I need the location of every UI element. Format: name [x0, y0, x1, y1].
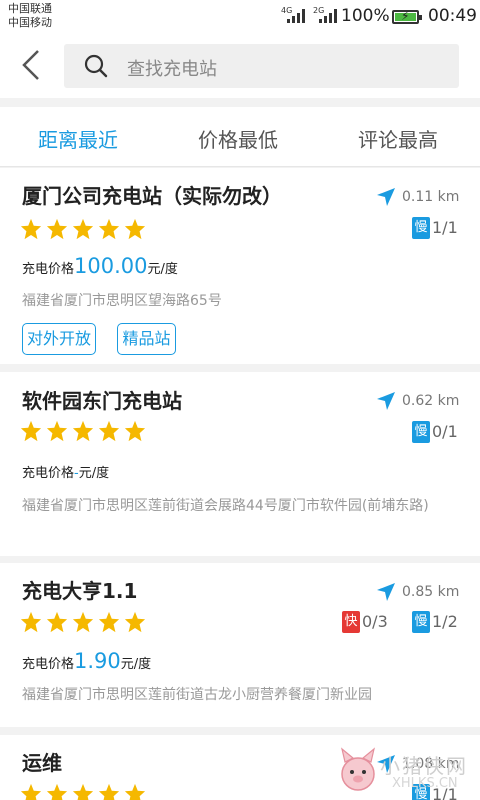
battery-percent: 100%: [341, 6, 390, 26]
signal-icon: [319, 9, 339, 23]
star-icon: [98, 611, 120, 633]
star-icon: [72, 611, 94, 633]
rating-stars: [20, 783, 150, 800]
price-label: 充电价格: [22, 262, 75, 277]
station-name: 运维: [22, 751, 62, 775]
price-value: 1.90: [74, 649, 121, 673]
star-icon: [46, 611, 68, 633]
tab-nearest[interactable]: 距离最近: [38, 124, 118, 153]
star-icon: [72, 420, 94, 442]
tab-top-rated[interactable]: 评论最高: [358, 124, 438, 153]
slow-icon: 慢: [412, 784, 430, 800]
star-icon: [46, 420, 68, 442]
distance-value: 1.08 km: [402, 756, 460, 772]
star-icon: [72, 218, 94, 240]
navigation-arrow-icon: [377, 755, 395, 773]
navigation-arrow-icon: [377, 188, 395, 206]
star-icon: [46, 218, 68, 240]
fast-icon: 快: [342, 611, 360, 633]
slow-charger-count: 1/1: [432, 785, 458, 800]
tab-lowest-price[interactable]: 价格最低: [198, 124, 278, 153]
star-icon: [124, 783, 146, 800]
tag-premium: 精品站: [117, 323, 176, 355]
search-input[interactable]: 查找充电站: [127, 55, 217, 81]
price-label: 充电价格: [22, 657, 75, 672]
rating-stars: [20, 218, 150, 242]
star-icon: [72, 783, 94, 800]
star-icon: [98, 783, 120, 800]
top-bar: 查找充电站: [0, 33, 480, 98]
price-unit: 元/度: [120, 657, 152, 672]
price-value: 100.00: [74, 254, 148, 278]
navigation-arrow-icon: [377, 392, 395, 410]
station-name: 厦门公司充电站（实际勿改）: [22, 184, 282, 208]
carrier-1: 中国联通: [8, 2, 52, 15]
price-label: 充电价格: [22, 466, 75, 481]
search-bar[interactable]: 查找充电站: [64, 44, 459, 88]
distance-value: 0.62 km: [402, 393, 460, 409]
star-icon: [20, 783, 42, 800]
station-card[interactable]: 运维 1.08 km 慢 1/1: [0, 735, 480, 800]
slow-icon: 慢: [412, 217, 430, 239]
price: 充电价格100.00元/度: [22, 254, 178, 278]
slow-icon: 慢: [412, 611, 430, 633]
battery-icon: ⚡: [392, 9, 422, 24]
star-icon: [20, 611, 42, 633]
search-icon: [84, 54, 108, 78]
signal-icon: [287, 9, 307, 23]
station-card[interactable]: 充电大亨1.1 0.85 km 快 0/3 慢 1/2 充电价格1.90元/度 …: [0, 563, 480, 727]
price-unit: 元/度: [78, 466, 110, 481]
star-icon: [124, 218, 146, 240]
fast-charger-count: 0/3: [362, 612, 388, 631]
sort-tabs: 距离最近 价格最低 评论最高: [0, 107, 480, 167]
price: 充电价格-元/度: [22, 462, 109, 481]
status-bar: 中国联通 中国移动 4G 2G 100% ⚡ 00:49: [0, 0, 480, 33]
star-icon: [20, 218, 42, 240]
clock: 00:49: [428, 6, 477, 26]
star-icon: [46, 783, 68, 800]
station-name: 充电大亨1.1: [22, 579, 138, 603]
star-icon: [124, 420, 146, 442]
distance-value: 0.85 km: [402, 584, 460, 600]
rating-stars: [20, 420, 150, 444]
station-card[interactable]: 软件园东门充电站 0.62 km 慢 0/1 充电价格-元/度 福建省厦门市思明…: [0, 372, 480, 556]
station-name: 软件园东门充电站: [22, 389, 182, 413]
star-icon: [20, 420, 42, 442]
navigation-arrow-icon: [377, 583, 395, 601]
price-unit: 元/度: [147, 262, 178, 277]
station-address: 福建省厦门市思明区望海路65号: [22, 293, 222, 309]
slow-icon: 慢: [412, 421, 430, 443]
station-address: 福建省厦门市思明区莲前街道会展路44号厦门市软件园(前埔东路): [22, 498, 429, 514]
star-icon: [124, 611, 146, 633]
station-tags: 对外开放 精品站: [22, 323, 322, 357]
tag-open-public: 对外开放: [22, 323, 96, 355]
rating-stars: [20, 611, 150, 635]
star-icon: [98, 420, 120, 442]
carrier-2: 中国移动: [8, 16, 52, 29]
chevron-left-icon: [22, 50, 39, 80]
distance-value: 0.11 km: [402, 189, 460, 205]
price: 充电价格1.90元/度: [22, 649, 151, 673]
star-icon: [98, 218, 120, 240]
slow-charger-count: 1/2: [432, 612, 458, 631]
slow-charger-count: 1/1: [432, 218, 458, 237]
slow-charger-count: 0/1: [432, 422, 458, 441]
station-address: 福建省厦门市思明区莲前街道古龙小厨营养餐厦门新业园: [22, 687, 372, 703]
station-card[interactable]: 厦门公司充电站（实际勿改） 0.11 km 慢 1/1 充电价格100.00元/…: [0, 168, 480, 364]
back-button[interactable]: [14, 45, 50, 85]
